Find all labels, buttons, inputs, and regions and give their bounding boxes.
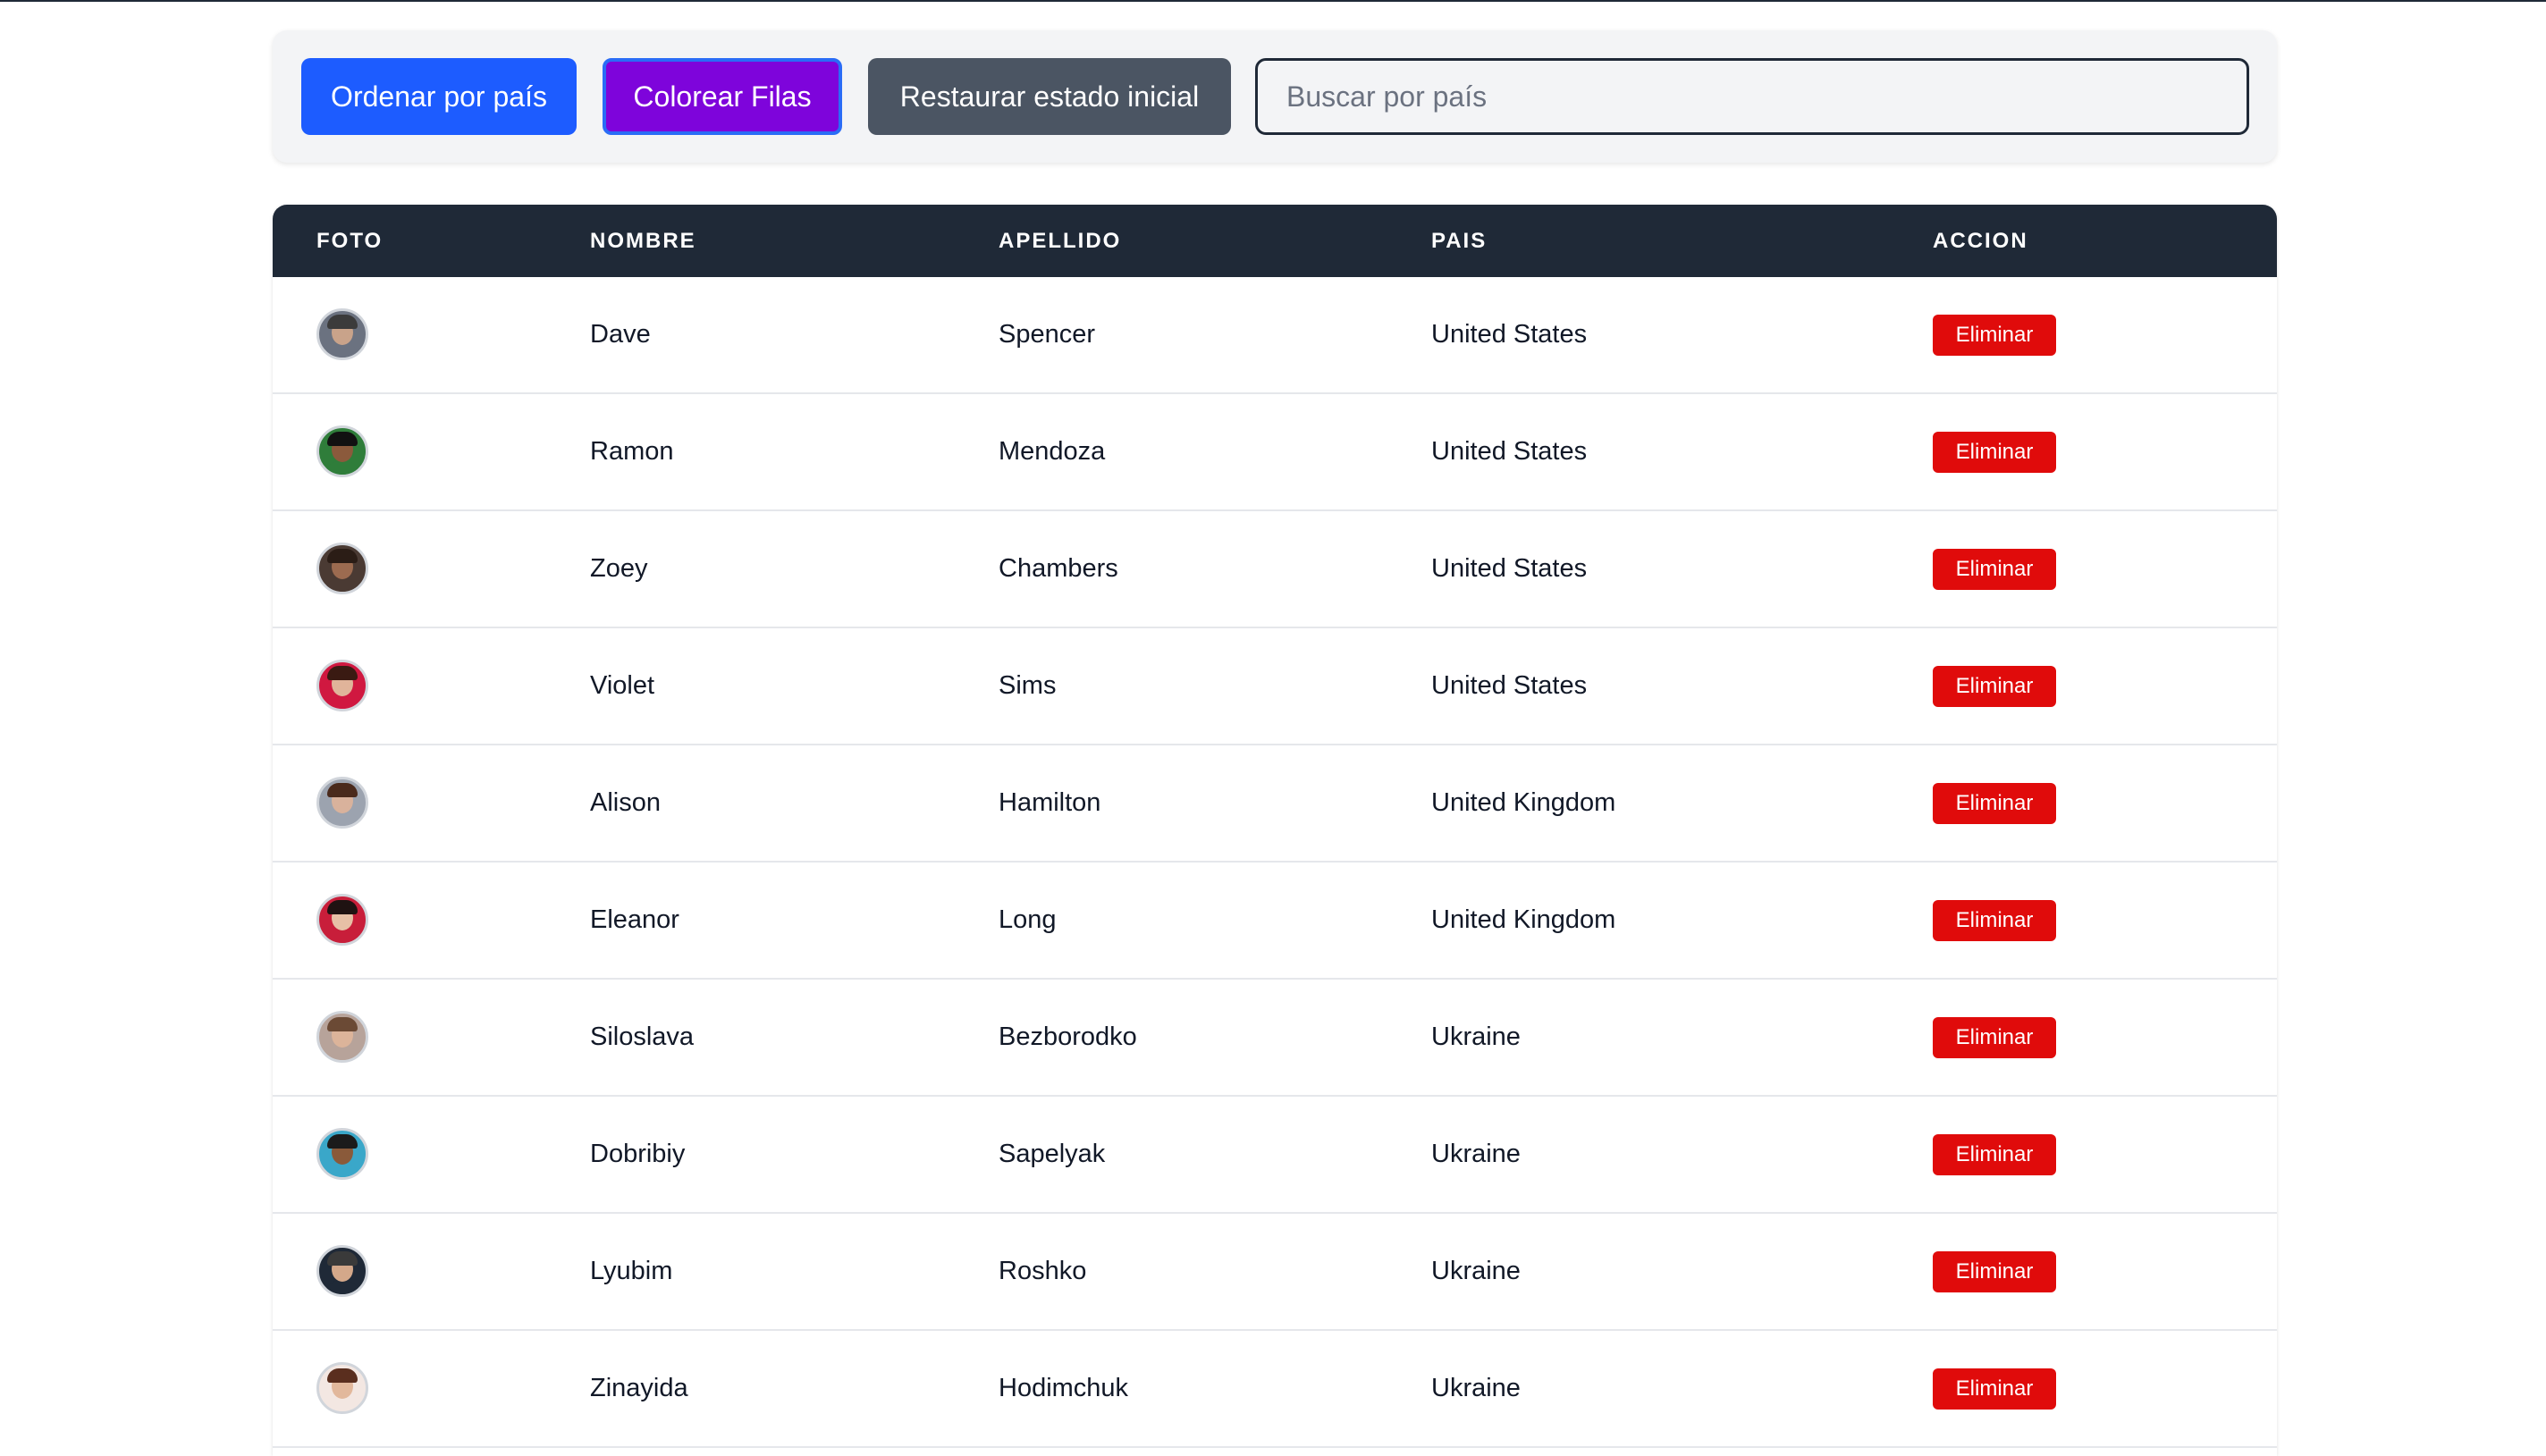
avatar [316,1362,368,1414]
avatar-hair-shape [327,900,358,914]
avatar-hair-shape [327,432,358,446]
color-rows-button[interactable]: Colorear Filas [603,58,842,135]
cell-nombre: Zinayida [590,1374,688,1402]
avatar-body-shape [323,343,362,358]
table-row: Ramon Mendoza United States Eliminar [273,394,2277,511]
cell-apellido: Chambers [999,554,1118,583]
cell-apellido: Sapelyak [999,1140,1106,1168]
avatar-hair-shape [327,549,358,563]
header-foto[interactable]: FOTO [316,205,383,277]
cell-apellido: Hodimchuk [999,1374,1129,1402]
avatar [316,425,368,477]
cell-nombre: Eleanor [590,905,679,934]
cell-pais: United States [1431,320,1588,349]
cell-apellido: Long [999,905,1057,934]
table-row: Siloslava Bezborodko Ukraine Eliminar [273,980,2277,1097]
cell-pais: United States [1431,437,1588,466]
delete-button[interactable]: Eliminar [1933,315,2056,356]
delete-button[interactable]: Eliminar [1933,1017,2056,1058]
avatar [316,543,368,594]
users-table: FOTO NOMBRE APELLIDO PAIS ACCION Dave Spe… [273,205,2277,1456]
avatar-hair-shape [327,315,358,329]
toolbar: Ordenar por país Colorear Filas Restaura… [273,30,2277,163]
header-nombre[interactable]: NOMBRE [590,205,696,277]
avatar-body-shape [323,460,362,475]
delete-button[interactable]: Eliminar [1933,900,2056,941]
table-row: Eleanor Long United Kingdom Eliminar [273,863,2277,980]
delete-button[interactable]: Eliminar [1933,549,2056,590]
cell-nombre: Dave [590,320,651,349]
cell-pais: Ukraine [1431,1023,1521,1051]
delete-button[interactable]: Eliminar [1933,1368,2056,1410]
avatar [316,777,368,829]
avatar [316,660,368,711]
delete-button[interactable]: Eliminar [1933,666,2056,707]
table-row: Lyubim Roshko Ukraine Eliminar [273,1214,2277,1331]
avatar-hair-shape [327,783,358,797]
table-row: Alison Hamilton United Kingdom Eliminar [273,745,2277,863]
table-row: Violet Sims United States Eliminar [273,628,2277,745]
cell-nombre: Lyubim [590,1257,673,1285]
cell-apellido: Bezborodko [999,1023,1137,1051]
cell-nombre: Ramon [590,437,674,466]
delete-button[interactable]: Eliminar [1933,432,2056,473]
cell-pais: United Kingdom [1431,788,1616,817]
avatar-body-shape [323,577,362,592]
search-country-input[interactable] [1255,58,2249,135]
cell-pais: Ukraine [1431,1140,1521,1168]
cell-nombre: Siloslava [590,1023,695,1051]
table-row: Dave Spencer United States Eliminar [273,277,2277,394]
table-row: Zinayida Hodimchuk Ukraine Eliminar [273,1331,2277,1448]
cell-apellido: Hamilton [999,788,1101,817]
header-accion: ACCION [1933,229,2028,253]
avatar-body-shape [323,1397,362,1411]
table-body: Dave Spencer United States Eliminar Ramon Men… [273,277,2277,1448]
reset-state-button[interactable]: Restaurar estado inicial [868,58,1231,135]
cell-nombre: Zoey [590,554,648,583]
table-row: Dobribiy Sapelyak Ukraine Eliminar [273,1097,2277,1214]
cell-nombre: Alison [590,788,661,817]
header-apellido[interactable]: APELLIDO [999,205,1121,277]
cell-nombre: Violet [590,671,655,700]
avatar-body-shape [323,1163,362,1177]
avatar [316,1011,368,1063]
cell-apellido: Mendoza [999,437,1106,466]
avatar-body-shape [323,1280,362,1294]
avatar-hair-shape [327,1017,358,1031]
cell-pais: Ukraine [1431,1374,1521,1402]
cell-pais: United States [1431,671,1588,700]
avatar-hair-shape [327,1368,358,1383]
sort-by-country-button[interactable]: Ordenar por país [301,58,577,135]
cell-nombre: Dobribiy [590,1140,686,1168]
avatar [316,1128,368,1180]
avatar-body-shape [323,812,362,826]
avatar-hair-shape [327,1251,358,1266]
delete-button[interactable]: Eliminar [1933,1251,2056,1292]
header-pais[interactable]: PAIS [1431,205,1487,277]
table-header: FOTO NOMBRE APELLIDO PAIS ACCION [273,205,2277,277]
cell-pais: United Kingdom [1431,905,1616,934]
delete-button[interactable]: Eliminar [1933,1134,2056,1175]
delete-button[interactable]: Eliminar [1933,783,2056,824]
top-border-line [0,0,2546,2]
cell-pais: United States [1431,554,1588,583]
avatar-hair-shape [327,1134,358,1149]
avatar-body-shape [323,1046,362,1060]
avatar [316,894,368,946]
avatar-body-shape [323,929,362,943]
avatar-body-shape [323,694,362,709]
table-row: Zoey Chambers United States Eliminar [273,511,2277,628]
cell-pais: Ukraine [1431,1257,1521,1285]
cell-apellido: Sims [999,671,1057,700]
cell-apellido: Spencer [999,320,1096,349]
avatar [316,1245,368,1297]
cell-apellido: Roshko [999,1257,1087,1285]
avatar-hair-shape [327,666,358,680]
avatar [316,308,368,360]
